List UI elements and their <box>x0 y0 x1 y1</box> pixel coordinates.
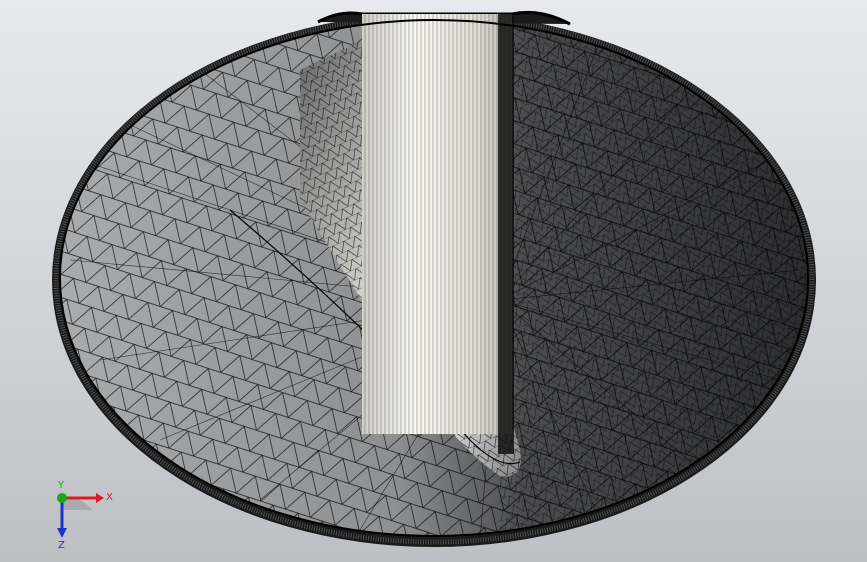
graphics-viewport[interactable]: X Y Z <box>0 0 867 562</box>
orientation-triad[interactable]: X Y Z <box>40 470 130 551</box>
z-axis-label: Z <box>58 540 65 550</box>
y-axis-label: Y <box>57 480 65 491</box>
central-shaft <box>362 14 514 454</box>
z-arrowhead-icon <box>57 528 67 538</box>
x-axis-label: X <box>106 492 113 503</box>
y-axis-dot-icon <box>57 493 67 503</box>
x-arrowhead-icon <box>96 493 104 503</box>
model-canvas[interactable] <box>0 0 867 562</box>
